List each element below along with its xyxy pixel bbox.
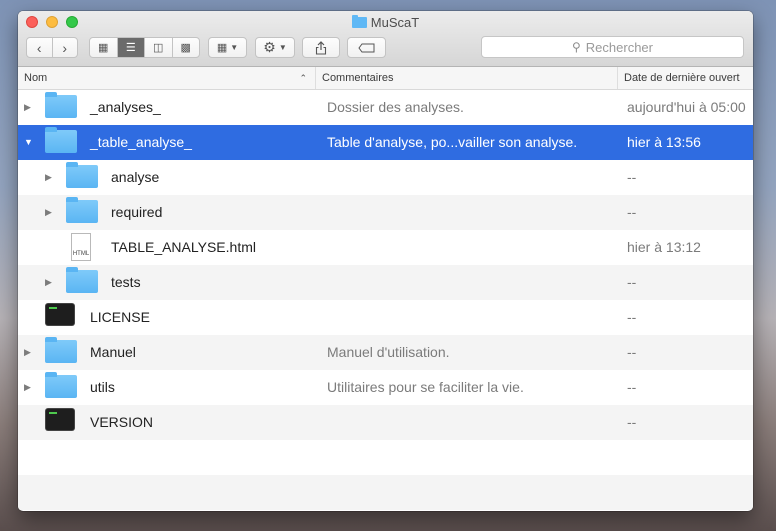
column-header: Nom ⌃ Commentaires Date de dernière ouve… (18, 67, 753, 90)
file-date: -- (627, 379, 637, 395)
file-comment: Table d'analyse, po...vailler son analys… (327, 134, 578, 150)
file-name: tests (111, 274, 141, 290)
share-button[interactable] (302, 37, 340, 58)
file-comment: Utilitaires pour se faciliter la vie. (327, 379, 524, 395)
folder-icon (66, 197, 98, 223)
column-header-name-label: Nom (24, 72, 48, 84)
disclosure-collapsed-icon[interactable]: ▶ (24, 335, 31, 370)
column-view-icon: ◫ (153, 42, 164, 54)
folder-icon (45, 127, 77, 153)
folder-icon (45, 92, 77, 118)
gear-icon: ⚙ (263, 39, 276, 55)
file-row[interactable]: ▼ _table_analyse_ Table d'analyse, po...va… (18, 125, 753, 160)
file-date: hier à 13:56 (627, 134, 701, 150)
file-name: VERSION (90, 414, 154, 430)
column-header-date[interactable]: Date de dernière ouvert (618, 67, 753, 89)
list-view-icon: ☰ (125, 42, 136, 54)
file-date: aujourd'hui à 05:00 (627, 99, 746, 115)
file-row[interactable]: ▶ tests -- (18, 265, 753, 300)
sort-ascending-icon: ⌃ (299, 73, 307, 83)
terminal-file-icon (46, 304, 74, 325)
file-name: TABLE_ANALYSE.html (111, 239, 256, 255)
search-field[interactable]: ⚲ Rechercher (481, 36, 744, 58)
file-date: -- (627, 204, 637, 220)
file-row[interactable]: ▶ utils Utilitaires pour se faciliter la v… (18, 370, 753, 405)
file-name: _analyses_ (90, 99, 161, 115)
html-file-icon-label: HTML (72, 251, 90, 257)
disclosure-collapsed-icon[interactable]: ▶ (45, 265, 52, 300)
file-row[interactable]: ▶ required -- (18, 195, 753, 230)
tag-icon (357, 43, 374, 52)
column-header-comments[interactable]: Commentaires (316, 67, 618, 89)
folder-icon (45, 337, 77, 363)
file-row[interactable]: ▶ analyse -- (18, 160, 753, 195)
disclosure-collapsed-icon[interactable]: ▶ (45, 195, 52, 230)
file-name: analyse (111, 169, 160, 185)
empty-row (18, 475, 753, 510)
action-button[interactable]: ⚙ ▼ (255, 37, 295, 58)
file-row[interactable]: VERSION -- (18, 405, 753, 440)
file-name: _table_analyse_ (90, 134, 192, 150)
file-date: -- (627, 309, 637, 325)
search-placeholder: Rechercher (585, 39, 653, 55)
arrange-icon: ▦ (216, 42, 228, 54)
file-name: required (111, 204, 163, 220)
gallery-view-icon: ▩ (180, 42, 191, 54)
chevron-left-icon: ‹ (36, 39, 42, 56)
share-icon (315, 40, 327, 55)
column-view-button[interactable]: ◫ (145, 38, 173, 57)
window-title: MuScaT (18, 15, 753, 30)
chevron-right-icon: › (62, 39, 68, 56)
folder-icon (66, 267, 98, 293)
column-header-date-label: Date de dernière ouvert (624, 72, 740, 84)
forward-button[interactable]: › (53, 38, 78, 57)
file-name: Manuel (90, 344, 136, 360)
chevron-down-icon: ▼ (278, 43, 287, 52)
icon-view-icon: ▦ (98, 42, 109, 54)
file-date: -- (627, 169, 637, 185)
disclosure-collapsed-icon[interactable]: ▶ (45, 160, 52, 195)
file-date: -- (627, 344, 637, 360)
file-date: -- (627, 274, 637, 290)
window-title-text: MuScaT (370, 15, 420, 30)
tags-button[interactable] (347, 37, 386, 58)
arrange-button[interactable]: ▦ ▼ (208, 37, 247, 58)
folder-icon (66, 162, 98, 188)
column-header-comments-label: Commentaires (322, 72, 394, 84)
gallery-view-button[interactable]: ▩ (173, 38, 200, 57)
icon-view-button[interactable]: ▦ (90, 38, 118, 57)
search-icon: ⚲ (572, 40, 581, 54)
chevron-down-icon: ▼ (230, 43, 239, 52)
file-comment: Manuel d'utilisation. (327, 344, 450, 360)
disclosure-collapsed-icon[interactable]: ▶ (24, 370, 31, 405)
file-row[interactable]: ▶ _analyses_ Dossier des analyses. aujourd'… (18, 90, 753, 125)
file-row[interactable]: LICENSE -- (18, 300, 753, 335)
terminal-file-icon (46, 409, 74, 430)
column-header-name[interactable]: Nom ⌃ (18, 67, 316, 89)
file-name: utils (90, 379, 115, 395)
back-button[interactable]: ‹ (27, 38, 53, 57)
file-date: hier à 13:12 (627, 239, 701, 255)
file-name: LICENSE (90, 309, 150, 325)
empty-row (18, 440, 753, 475)
view-mode-selector: ▦ ☰ ◫ ▩ (89, 37, 200, 58)
list-view-button[interactable]: ☰ (117, 38, 145, 57)
disclosure-expanded-icon[interactable]: ▼ (24, 125, 33, 160)
file-comment: Dossier des analyses. (327, 99, 464, 115)
file-date: -- (627, 414, 637, 430)
folder-icon (351, 15, 367, 28)
html-file-icon: HTML (71, 233, 91, 261)
disclosure-collapsed-icon[interactable]: ▶ (24, 90, 31, 125)
file-row[interactable]: HTML TABLE_ANALYSE.html hier à 13:12 (18, 230, 753, 265)
file-list: ▶ _analyses_ Dossier des analyses. aujourd'… (18, 90, 753, 510)
title-bar[interactable]: MuScaT ‹ › ▦ ☰ ◫ ▩ ▦ ▼ ⚙ ▼ ⚲ Rechercher (18, 11, 753, 67)
finder-window: MuScaT ‹ › ▦ ☰ ◫ ▩ ▦ ▼ ⚙ ▼ ⚲ Rechercher … (18, 11, 753, 511)
folder-icon (45, 372, 77, 398)
file-row[interactable]: ▶ Manuel Manuel d'utilisation. -- (18, 335, 753, 370)
navigation-buttons: ‹ › (26, 37, 78, 58)
